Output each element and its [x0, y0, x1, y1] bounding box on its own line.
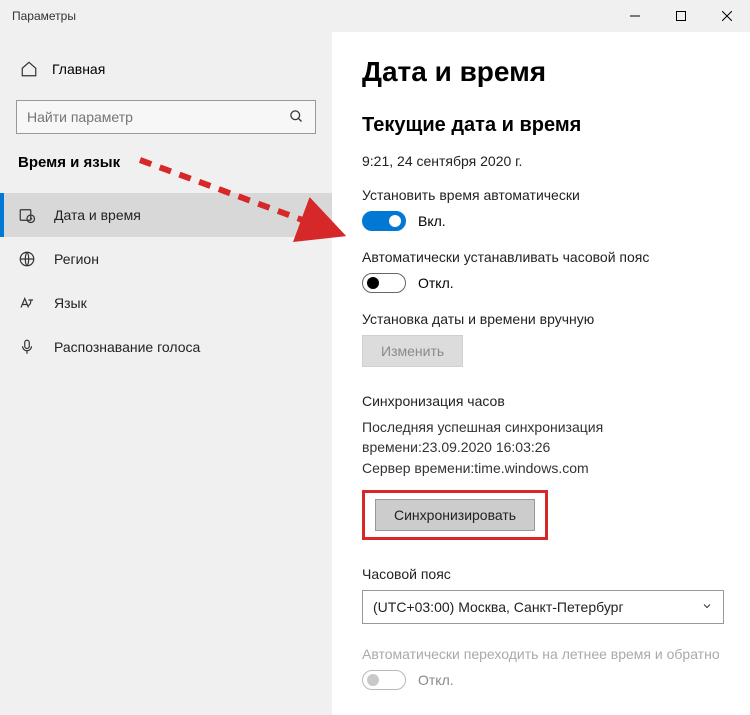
minimize-button[interactable]	[612, 0, 658, 32]
category-title: Время и язык	[0, 154, 332, 171]
window-title: Параметры	[12, 9, 76, 23]
auto-time-state: Вкл.	[418, 213, 446, 229]
current-datetime-value: 9:21, 24 сентября 2020 г.	[362, 153, 724, 169]
home-icon	[20, 60, 38, 78]
auto-tz-label: Автоматически устанавливать часовой пояс	[362, 249, 724, 265]
home-label: Главная	[52, 61, 105, 77]
auto-time-label: Установить время автоматически	[362, 187, 724, 203]
search-input[interactable]	[27, 109, 289, 125]
current-datetime-heading: Текущие дата и время	[362, 114, 724, 137]
auto-tz-toggle[interactable]	[362, 273, 406, 293]
window-controls	[612, 0, 750, 32]
tz-value: (UTC+03:00) Москва, Санкт-Петербург	[373, 599, 624, 615]
sidebar: Главная Время и язык Дата и время	[0, 32, 332, 715]
sync-heading: Синхронизация часов	[362, 393, 724, 409]
sync-highlight-box: Синхронизировать	[362, 490, 548, 540]
titlebar: Параметры	[0, 0, 750, 32]
tz-heading: Часовой пояс	[362, 566, 724, 582]
sync-last: Последняя успешная синхронизация времени…	[362, 417, 724, 458]
nav-item-date-time[interactable]: Дата и время	[0, 193, 332, 237]
microphone-icon	[18, 338, 36, 356]
dst-state: Откл.	[418, 672, 454, 688]
sync-server: Сервер времени:time.windows.com	[362, 458, 724, 478]
nav-item-label: Дата и время	[54, 207, 141, 223]
search-field[interactable]	[16, 100, 316, 134]
page-title: Дата и время	[362, 56, 724, 88]
dst-label: Автоматически переходить на летнее время…	[362, 646, 724, 662]
nav-item-label: Регион	[54, 251, 99, 267]
maximize-icon	[676, 11, 686, 21]
manual-set-label: Установка даты и времени вручную	[362, 311, 724, 327]
close-button[interactable]	[704, 0, 750, 32]
home-nav[interactable]: Главная	[0, 52, 332, 86]
chevron-down-icon	[701, 599, 713, 615]
auto-time-toggle[interactable]	[362, 211, 406, 231]
calendar-clock-icon	[18, 206, 36, 224]
content-pane: Дата и время Текущие дата и время 9:21, …	[332, 32, 750, 715]
search-icon	[289, 109, 305, 125]
sync-now-button[interactable]: Синхронизировать	[375, 499, 535, 531]
auto-tz-state: Откл.	[418, 275, 454, 291]
change-button: Изменить	[362, 335, 463, 367]
nav-list: Дата и время Регион Язык Распознавание г…	[0, 193, 332, 369]
nav-item-region[interactable]: Регион	[0, 237, 332, 281]
close-icon	[722, 11, 732, 21]
globe-icon	[18, 250, 36, 268]
nav-item-label: Распознавание голоса	[54, 339, 200, 355]
tz-dropdown[interactable]: (UTC+03:00) Москва, Санкт-Петербург	[362, 590, 724, 624]
dst-toggle	[362, 670, 406, 690]
minimize-icon	[630, 11, 640, 21]
nav-item-language[interactable]: Язык	[0, 281, 332, 325]
nav-item-label: Язык	[54, 295, 87, 311]
maximize-button[interactable]	[658, 0, 704, 32]
language-icon	[18, 294, 36, 312]
nav-item-speech[interactable]: Распознавание голоса	[0, 325, 332, 369]
